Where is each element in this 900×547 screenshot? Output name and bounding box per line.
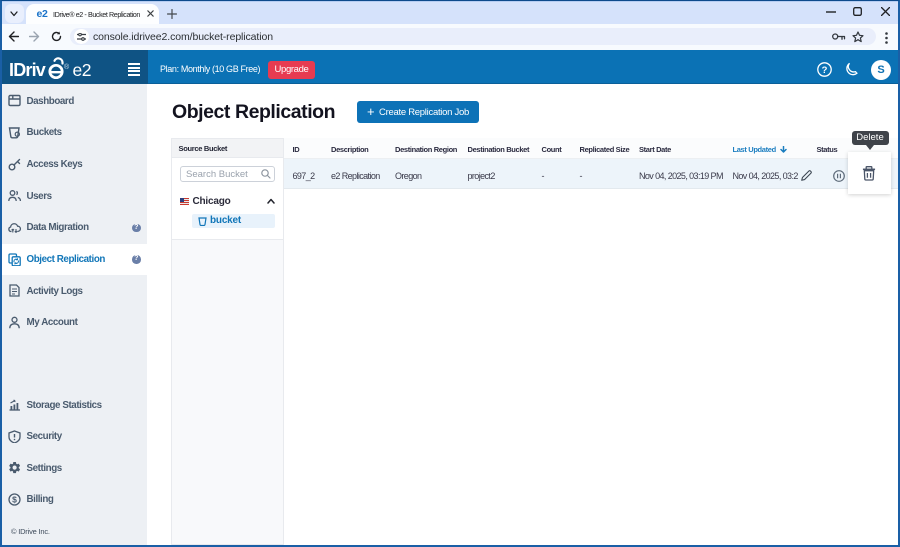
svg-text:?: ? — [822, 65, 828, 76]
svg-text:$: $ — [12, 494, 17, 504]
